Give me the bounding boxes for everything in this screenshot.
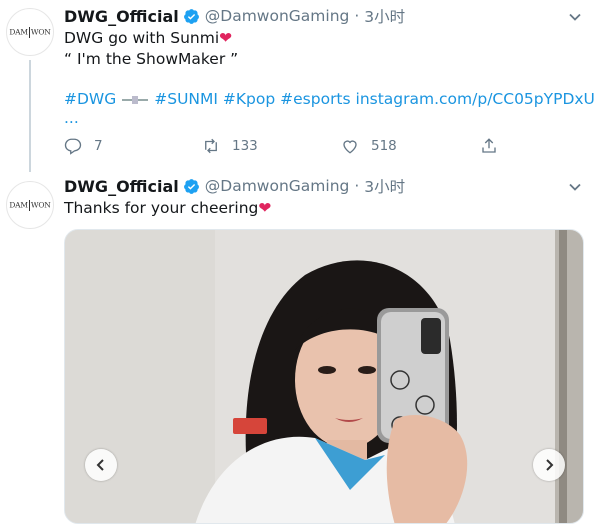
display-name[interactable]: DWG_Official: [64, 177, 179, 196]
tweet-actions: 7 133 518: [64, 137, 504, 157]
user-handle[interactable]: @DamwonGaming: [205, 177, 350, 195]
reply-count: 7: [94, 138, 103, 154]
retweet-icon: [205, 138, 217, 154]
share-icon: [482, 138, 496, 153]
tweet-text-line: DWG go with Sunmi❤: [64, 29, 233, 47]
hashtag-link-line[interactable]: #DWG #SUNMI #Kpop #esports instagram.com/…: [64, 89, 596, 110]
like-icon: [343, 140, 357, 154]
tweet-header: DWG_Official @DamwonGaming · 3小时: [64, 175, 405, 197]
avatar[interactable]: DAM WON: [6, 181, 54, 229]
link-ellipsis[interactable]: ...: [64, 108, 79, 129]
tweet-header: DWG_Official @DamwonGaming · 3小时: [64, 5, 405, 27]
carousel-next-icon: [546, 459, 554, 471]
user-handle[interactable]: @DamwonGaming: [205, 7, 350, 25]
retweet-button[interactable]: 133: [202, 137, 258, 155]
heart-emoji: ❤: [258, 199, 272, 217]
chevron-down-icon[interactable]: [568, 180, 582, 194]
timestamp[interactable]: 3小时: [364, 5, 405, 27]
display-name[interactable]: DWG_Official: [64, 7, 179, 26]
retweet-count: 133: [232, 138, 258, 154]
separator-dot: ·: [354, 177, 360, 195]
heart-emoji: ❤: [219, 29, 233, 47]
avatar-logo-text: DAM WON: [9, 26, 51, 38]
avatar-logo-text: DAM WON: [9, 199, 51, 211]
verified-badge-icon: [183, 8, 199, 24]
timestamp[interactable]: 3小时: [364, 175, 405, 197]
carousel-prev-icon: [96, 459, 104, 471]
tweet[interactable]: DAM WON DWG_Official @DamwonGaming · 3小时 …: [0, 172, 596, 527]
reply-button[interactable]: 7: [64, 137, 103, 155]
tweet-photo[interactable]: [64, 229, 584, 524]
tweet[interactable]: DAM WON DWG_Official @DamwonGaming · 3小时 …: [0, 0, 596, 172]
tweet-text-line: “ I'm the ShowMaker ”: [64, 50, 239, 68]
chevron-down-icon[interactable]: [568, 10, 582, 24]
like-button[interactable]: 518: [341, 137, 397, 155]
selfie-photo-illustration: [65, 230, 583, 523]
hashtag-dwg[interactable]: #DWG: [64, 90, 116, 108]
share-button[interactable]: [480, 137, 510, 155]
dwg-emoji-icon: [122, 95, 149, 104]
carousel-next-button[interactable]: [533, 449, 565, 481]
carousel-prev-button[interactable]: [85, 449, 117, 481]
avatar[interactable]: DAM WON: [6, 8, 54, 56]
thread-connector: [29, 60, 31, 172]
reply-icon: [64, 138, 82, 155]
hashtags-and-link[interactable]: #SUNMI #Kpop #esports instagram.com/p/CC…: [154, 90, 596, 108]
tweet-text-line: Thanks for your cheering❤: [64, 199, 272, 217]
verified-badge-icon: [183, 178, 199, 194]
like-count: 518: [371, 138, 397, 154]
separator-dot: ·: [354, 7, 360, 25]
